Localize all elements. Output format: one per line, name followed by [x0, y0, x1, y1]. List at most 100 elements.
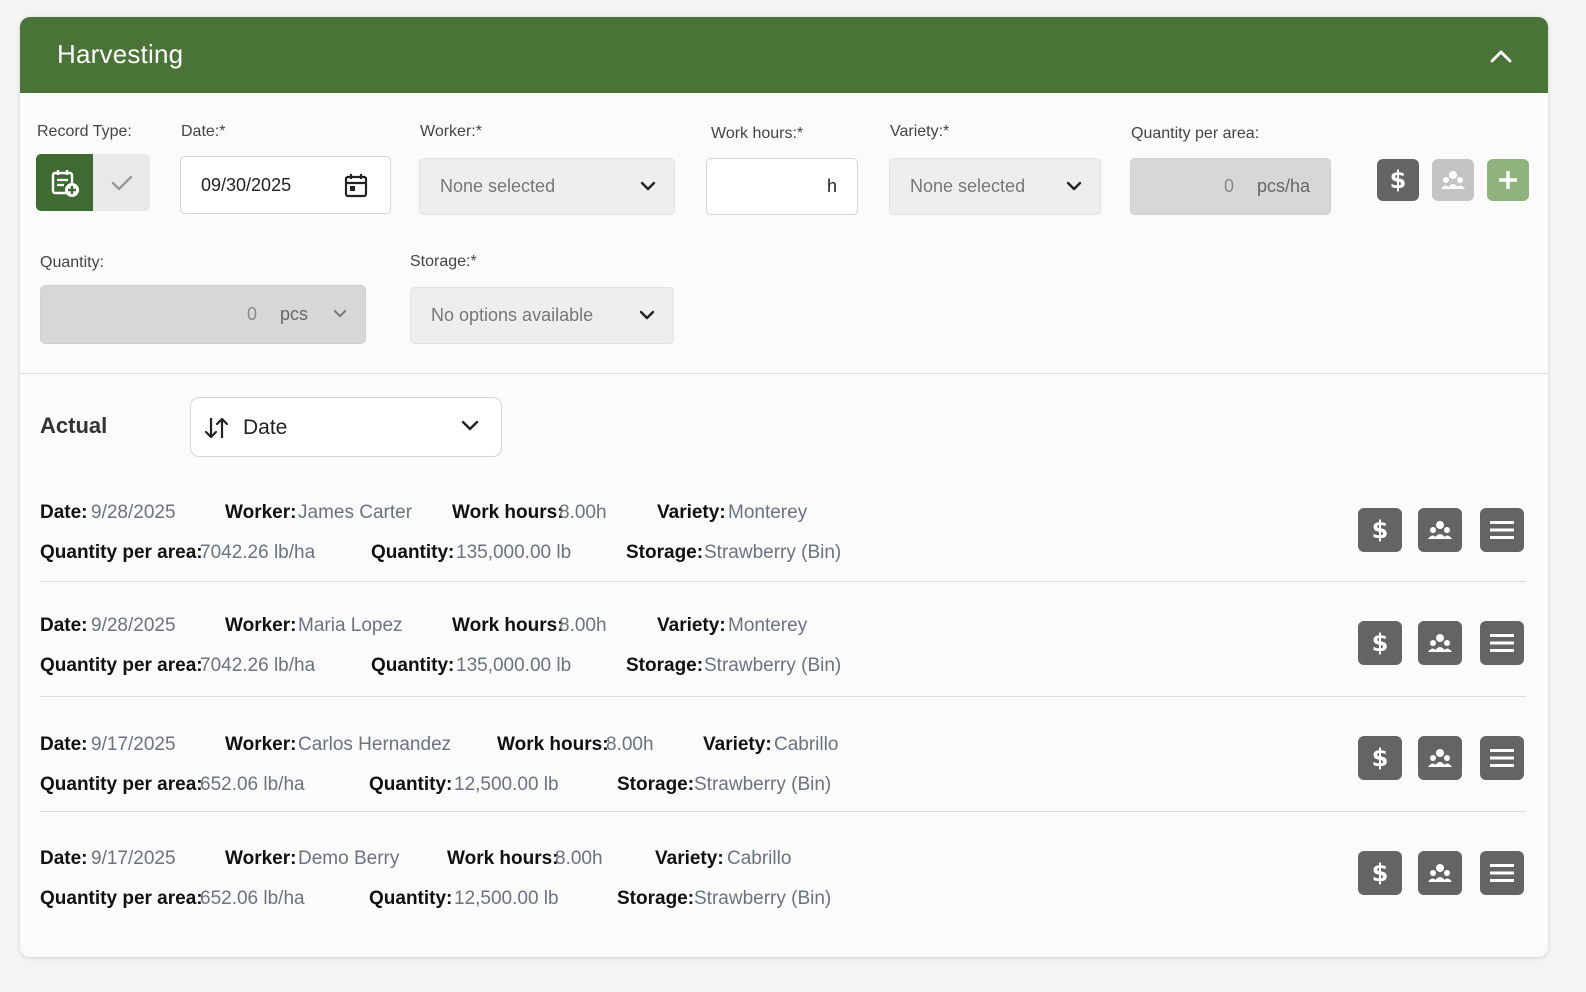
check-icon: [111, 175, 132, 190]
variety-select[interactable]: None selected: [889, 158, 1101, 215]
record-line-1: Date: 9/17/2025 Worker: Demo Berry Work …: [40, 848, 1526, 872]
add-button[interactable]: [1487, 159, 1529, 201]
chevron-down-icon: [333, 309, 347, 317]
storage-select[interactable]: No options available: [410, 287, 674, 344]
date-key: Date:: [40, 502, 88, 523]
work-hours-unit: h: [826, 176, 837, 196]
variety-label: Variety:*: [890, 123, 950, 140]
hamburger-icon: [1490, 749, 1514, 767]
menu-button[interactable]: [1480, 621, 1524, 665]
quantity-value: 135,000.00 lb: [456, 542, 572, 563]
variety-key: Variety:: [655, 848, 724, 869]
workers-button[interactable]: [1418, 508, 1462, 552]
storage-value: Strawberry (Bin): [694, 888, 832, 909]
workers-button[interactable]: [1418, 621, 1462, 665]
record-divider: [40, 581, 1526, 582]
worker-value: Maria Lopez: [298, 615, 403, 636]
chevron-up-icon: [1490, 50, 1512, 63]
workers-button[interactable]: [1432, 159, 1474, 201]
people-icon: [1441, 171, 1465, 189]
quantity-value: 12,500.00 lb: [454, 774, 559, 795]
chevron-down-icon: [461, 420, 479, 431]
quantity-input: 0 pcs: [40, 285, 366, 344]
work-hours-value: 8.00h: [559, 502, 607, 523]
variety-value: Cabrillo: [774, 734, 839, 755]
variety-value: Cabrillo: [727, 848, 792, 869]
work-hours-key: Work hours:: [452, 615, 564, 636]
work-hours-value: 8.00h: [555, 848, 603, 869]
record-line-2: Quantity per area: 7042.26 lb/ha Quantit…: [40, 542, 1526, 566]
storage-key: Storage:: [617, 774, 695, 795]
qpa-value: 7042.26 lb/ha: [200, 655, 316, 676]
qpa-key: Quantity per area:: [40, 774, 203, 795]
sort-select[interactable]: Date: [190, 397, 502, 457]
qpa-value: 7042.26 lb/ha: [200, 542, 316, 563]
cost-button[interactable]: $: [1358, 621, 1402, 665]
record-type-calendar-option[interactable]: [36, 154, 93, 211]
cost-button[interactable]: $: [1358, 736, 1402, 780]
worker-value: Demo Berry: [298, 848, 400, 869]
storage-value: Strawberry (Bin): [694, 774, 832, 795]
worker-key: Worker:: [225, 848, 297, 869]
calendar-add-icon: [51, 169, 79, 197]
record-line-1: Date: 9/17/2025 Worker: Carlos Hernandez…: [40, 734, 1526, 758]
record-type-check-option[interactable]: [93, 154, 150, 211]
quantity-key: Quantity:: [369, 888, 453, 909]
quantity-value: 135,000.00 lb: [456, 655, 572, 676]
dollar-icon: $: [1389, 166, 1407, 194]
record-line-2: Quantity per area: 7042.26 lb/ha Quantit…: [40, 655, 1526, 679]
quantity-value: 0: [246, 304, 257, 324]
hamburger-icon: [1490, 634, 1514, 652]
date-value: 9/28/2025: [91, 502, 176, 523]
people-icon: [1428, 521, 1452, 539]
cost-button[interactable]: $: [1358, 851, 1402, 895]
calendar-icon[interactable]: [344, 172, 368, 198]
date-label: Date:*: [181, 123, 226, 140]
qpa-key: Quantity per area:: [40, 542, 203, 563]
quantity-key: Quantity:: [371, 655, 455, 676]
record-line-2: Quantity per area: 652.06 lb/ha Quantity…: [40, 774, 1526, 798]
worker-value: Carlos Hernandez: [298, 734, 452, 755]
menu-button[interactable]: [1480, 508, 1524, 552]
cost-button[interactable]: $: [1377, 159, 1419, 201]
storage-select-value: No options available: [431, 305, 594, 325]
variety-key: Variety:: [657, 502, 726, 523]
menu-button[interactable]: [1480, 736, 1524, 780]
work-hours-input[interactable]: h: [706, 158, 858, 215]
worker-key: Worker:: [225, 502, 297, 523]
sort-icon: [204, 417, 229, 439]
collapse-button[interactable]: [1484, 39, 1518, 73]
date-key: Date:: [40, 734, 88, 755]
qpa-value: 652.06 lb/ha: [200, 888, 305, 909]
workers-button[interactable]: [1418, 736, 1462, 780]
qpa-key: Quantity per area:: [40, 888, 203, 909]
date-input[interactable]: 09/30/2025: [180, 156, 391, 214]
record-line-1: Date: 9/28/2025 Worker: Maria Lopez Work…: [40, 615, 1526, 639]
chevron-down-icon: [1066, 181, 1082, 190]
variety-key: Variety:: [657, 615, 726, 636]
workers-button[interactable]: [1418, 851, 1462, 895]
worker-label: Worker:*: [420, 123, 482, 140]
work-hours-label: Work hours:*: [711, 125, 804, 142]
qpa-unit: pcs/ha: [1256, 176, 1310, 196]
date-key: Date:: [40, 615, 88, 636]
people-icon: [1428, 749, 1452, 767]
date-key: Date:: [40, 848, 88, 869]
quantity-key: Quantity:: [371, 542, 455, 563]
work-hours-value: 8.00h: [559, 615, 607, 636]
storage-key: Storage:: [626, 542, 704, 563]
worker-select[interactable]: None selected: [419, 158, 675, 215]
quantity-label: Quantity:: [40, 254, 105, 271]
qpa-value: 0: [1223, 176, 1234, 196]
dollar-icon: $: [1371, 629, 1389, 657]
cost-button[interactable]: $: [1358, 508, 1402, 552]
work-hours-key: Work hours:: [452, 502, 564, 523]
menu-button[interactable]: [1480, 851, 1524, 895]
plus-icon: [1499, 171, 1517, 189]
variety-select-value: None selected: [910, 176, 1026, 196]
date-value: 9/28/2025: [91, 615, 176, 636]
work-hours-value: 8.00h: [606, 734, 654, 755]
storage-label: Storage:*: [410, 253, 477, 270]
actual-heading: Actual: [40, 413, 108, 438]
dollar-icon: $: [1371, 744, 1389, 772]
